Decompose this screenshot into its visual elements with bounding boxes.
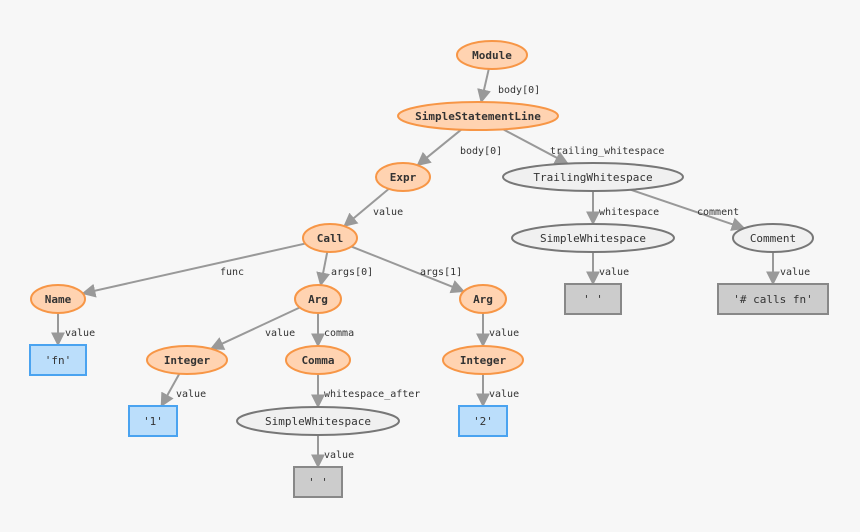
node-label: Integer	[460, 354, 507, 367]
node-label: SimpleWhitespace	[540, 232, 646, 245]
node-simple-whitespace-left: SimpleWhitespace	[236, 406, 400, 436]
node-label: '1'	[143, 415, 163, 428]
edge-arg-0-to-comma: comma	[311, 313, 354, 348]
node-label: '# calls fn'	[733, 293, 812, 306]
node-simple-statement-line: SimpleStatementLine	[397, 101, 559, 131]
node-expr: Expr	[375, 162, 431, 192]
edge-label: value	[489, 328, 519, 339]
node-label: Name	[45, 293, 72, 306]
edge-line	[81, 242, 306, 298]
edge-simple-whitespace-right-to-ws-value-right: value	[586, 252, 629, 286]
edge-integer-0-to-integer-0-value: value	[160, 373, 206, 408]
edge-line	[477, 68, 491, 104]
node-ws-value-left: ' '	[293, 466, 343, 498]
node-arg-0: Arg	[294, 284, 342, 314]
node-label: Comma	[301, 354, 334, 367]
edge-call-to-arg-0: args[0]	[316, 251, 373, 287]
node-integer-0-value: '1'	[128, 405, 178, 437]
node-simple-whitespace-right: SimpleWhitespace	[511, 223, 675, 253]
node-label: Module	[472, 49, 512, 62]
edge-label: body[0]	[460, 146, 502, 157]
edge-label: value	[65, 328, 95, 339]
edge-name-to-name-value: value	[51, 313, 95, 347]
node-label: Call	[317, 232, 344, 245]
edge-label: value	[373, 207, 403, 218]
node-label: SimpleStatementLine	[415, 110, 541, 123]
edge-label: value	[176, 389, 206, 400]
node-integer-0: Integer	[146, 345, 228, 375]
edge-expr-to-call: value	[343, 188, 403, 228]
edge-label: whitespace	[599, 207, 659, 218]
edge-label: whitespace_after	[324, 389, 420, 400]
edge-arg-0-to-integer-0: value	[209, 306, 301, 350]
node-comma: Comma	[285, 345, 351, 375]
node-module: Module	[456, 40, 528, 70]
edge-label: args[1]	[420, 267, 462, 278]
edge-label: value	[489, 389, 519, 400]
node-label: SimpleWhitespace	[265, 415, 371, 428]
node-label: Integer	[164, 354, 211, 367]
edge-label: comment	[697, 207, 739, 218]
node-arg-1: Arg	[459, 284, 507, 314]
node-integer-1: Integer	[442, 345, 524, 375]
edge-line	[316, 251, 331, 287]
node-label: ' '	[583, 293, 603, 306]
node-label: TrailingWhitespace	[533, 171, 652, 184]
node-call: Call	[302, 223, 358, 253]
edge-label: value	[599, 267, 629, 278]
edge-integer-1-to-integer-1-value: value	[476, 374, 519, 408]
edge-module-to-simple-statement-line: body[0]	[477, 68, 540, 104]
node-label: Arg	[308, 293, 328, 306]
edge-simple-statement-line-to-expr: body[0]	[416, 128, 502, 167]
node-label: Expr	[390, 171, 417, 184]
edge-comma-to-simple-whitespace-left: whitespace_after	[311, 374, 420, 409]
edge-call-to-name: func	[81, 242, 306, 298]
edge-label: body[0]	[498, 85, 540, 96]
node-label: Arg	[473, 293, 493, 306]
node-comment: Comment	[732, 223, 814, 253]
edge-label: value	[324, 450, 354, 461]
node-integer-1-value: '2'	[458, 405, 508, 437]
edge-label: value	[265, 328, 295, 339]
node-name: Name	[30, 284, 86, 314]
edge-label: args[0]	[331, 267, 373, 278]
node-label: '2'	[473, 415, 493, 428]
edge-label: value	[780, 267, 810, 278]
node-label: 'fn'	[45, 354, 72, 367]
edge-simple-whitespace-left-to-ws-value-left: value	[311, 435, 354, 469]
edge-label: func	[220, 267, 244, 278]
edge-line	[416, 128, 462, 167]
edge-simple-statement-line-to-trailing-whitespace: trailing_whitespace	[502, 128, 664, 165]
node-trailing-whitespace: TrailingWhitespace	[502, 162, 684, 192]
edge-comment-to-comment-value: value	[766, 252, 810, 286]
edge-label: trailing_whitespace	[550, 146, 664, 157]
node-ws-value-right: ' '	[564, 283, 622, 315]
node-name-value: 'fn'	[29, 344, 87, 376]
node-comment-value: '# calls fn'	[717, 283, 829, 315]
syntax-tree-diagram: body[0] body[0] trailing_whitespacevalue wh…	[29, 40, 829, 498]
edge-label: comma	[324, 328, 354, 339]
edge-arg-1-to-integer-1: value	[476, 313, 519, 348]
node-label: Comment	[750, 232, 796, 245]
node-label: ' '	[308, 476, 328, 489]
